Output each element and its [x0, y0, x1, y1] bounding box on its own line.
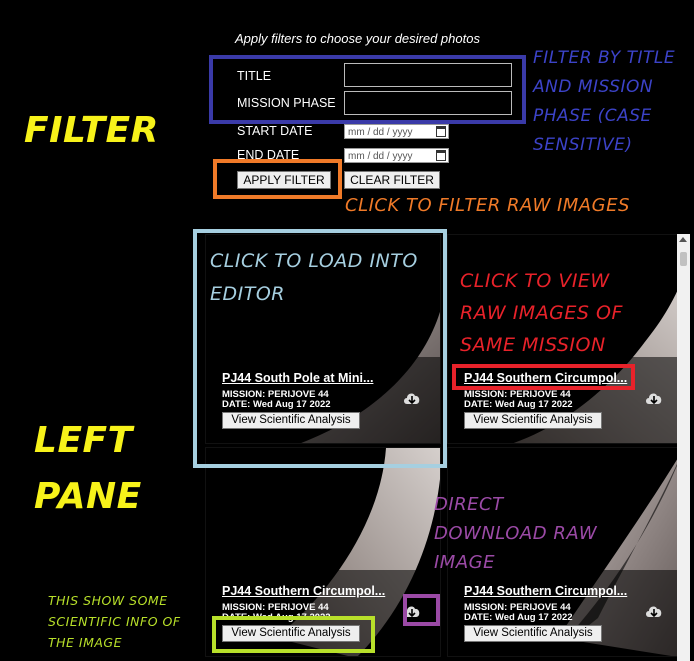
calendar-icon[interactable]	[436, 150, 446, 161]
click-to-filter-note: CLICK TO FILTER RAW IMAGES	[345, 195, 630, 216]
left-pane-heading-line1: LEFT	[34, 420, 133, 461]
scroll-up-arrow-icon[interactable]	[679, 237, 687, 242]
click-to-view-note: CLICK TO VIEW RAW IMAGES OF SAME MISSION	[460, 265, 623, 361]
left-pane-heading-line2: PANE	[34, 476, 142, 517]
note-line: CLICK TO LOAD INTO	[210, 250, 418, 272]
download-highlight-box	[403, 594, 440, 626]
direct-download-note: DIRECT DOWNLOAD RAW IMAGE	[434, 490, 597, 577]
note-line: DOWNLOAD RAW	[434, 523, 598, 544]
card-date: DATE: Wed Aug 17 2022	[464, 399, 573, 410]
note-line: CLICK TO VIEW	[460, 270, 610, 292]
start-date-label: START DATE	[237, 124, 313, 138]
view-scientific-analysis-button[interactable]: View Scientific Analysis	[464, 412, 602, 429]
view-scientific-analysis-button[interactable]: View Scientific Analysis	[464, 625, 602, 642]
cloud-download-icon[interactable]	[644, 390, 664, 406]
scientific-info-note: THIS SHOW SOME SCIENTIFIC INFO OF THE IM…	[48, 590, 181, 653]
gallery-scrollbar[interactable]	[677, 234, 690, 661]
scrollbar-thumb[interactable]	[680, 252, 687, 266]
start-date-placeholder: mm / dd / yyyy	[348, 127, 413, 138]
note-line: IMAGE	[434, 552, 495, 573]
end-date-placeholder: mm / dd / yyyy	[348, 151, 413, 162]
filter-by-title-note: FILTER BY TITLE AND MISSION PHASE (CASE …	[533, 44, 675, 160]
note-line: EDITOR	[210, 283, 286, 305]
card-title-link[interactable]: PJ44 Southern Circumpol...	[464, 584, 644, 598]
note-line: PHASE (CASE	[533, 106, 652, 126]
filter-instructions: Apply filters to choose your desired pho…	[235, 31, 480, 46]
start-date-input[interactable]: mm / dd / yyyy	[344, 124, 449, 139]
note-line: SCIENTIFIC INFO OF	[48, 614, 181, 629]
note-line: THIS SHOW SOME	[48, 593, 168, 608]
sci-button-highlight-box	[212, 616, 375, 653]
apply-highlight-box	[213, 159, 342, 199]
end-date-input[interactable]: mm / dd / yyyy	[344, 148, 449, 163]
note-line: SENSITIVE)	[533, 135, 633, 155]
filter-highlight-box	[209, 55, 526, 124]
card-title-link[interactable]: PJ44 Southern Circumpol...	[222, 584, 402, 598]
note-line: AND MISSION	[533, 77, 654, 97]
card-date: DATE: Wed Aug 17 2022	[464, 612, 573, 623]
cloud-download-icon[interactable]	[644, 603, 664, 619]
note-line: DIRECT	[434, 494, 504, 515]
title-link-highlight-box	[452, 364, 635, 390]
note-line: THE IMAGE	[48, 635, 123, 650]
filter-heading: FILTER	[24, 110, 159, 151]
note-line: SAME MISSION	[460, 334, 606, 356]
click-to-load-note: CLICK TO LOAD INTO EDITOR	[210, 245, 418, 311]
clear-filter-button[interactable]: CLEAR FILTER	[344, 171, 440, 189]
note-line: RAW IMAGES OF	[460, 302, 623, 324]
calendar-icon[interactable]	[436, 126, 446, 137]
note-line: FILTER BY TITLE	[533, 48, 676, 68]
